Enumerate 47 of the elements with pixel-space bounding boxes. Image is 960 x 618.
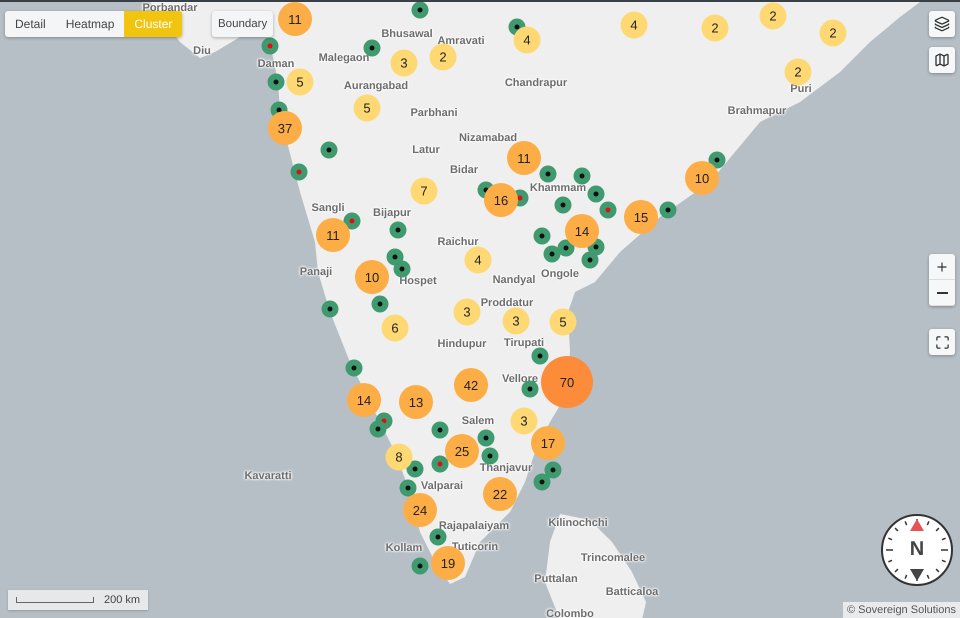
place-label: Hindupur bbox=[438, 338, 486, 350]
view-tab[interactable]: Detail bbox=[5, 11, 56, 37]
place-label: Hospet bbox=[399, 275, 437, 287]
place-label: Puttalan bbox=[534, 573, 578, 585]
place-label: Trincomalee bbox=[580, 552, 646, 564]
cluster-marker[interactable]: 17 bbox=[531, 426, 565, 460]
place-label: Thanjavur bbox=[480, 462, 532, 474]
place-label: Colombo bbox=[546, 608, 594, 618]
place-label: Bhusawal bbox=[381, 28, 433, 40]
cluster-marker[interactable]: 14 bbox=[347, 383, 381, 417]
scale-label: 200 km bbox=[104, 594, 140, 606]
place-label: Ongole bbox=[541, 268, 579, 280]
attribution-text: © Sovereign Solutions bbox=[842, 602, 960, 618]
place-label: Raichur bbox=[438, 236, 478, 248]
place-label: Batticaloa bbox=[606, 586, 658, 598]
place-label: Vellore bbox=[502, 373, 538, 385]
place-label: Daman bbox=[258, 58, 294, 70]
place-label: Aurangabad bbox=[344, 80, 408, 92]
place-label: Tirupati bbox=[504, 337, 544, 349]
place-label: Panaji bbox=[300, 266, 332, 278]
cluster-marker[interactable]: 70 bbox=[541, 356, 593, 408]
cluster-marker[interactable]: 8 bbox=[386, 444, 412, 470]
compass[interactable]: N bbox=[881, 514, 953, 586]
place-label: Brahmapur bbox=[728, 105, 786, 117]
place-label: Latur bbox=[412, 144, 440, 156]
place-label: Chandrapur bbox=[504, 77, 568, 89]
place-label: Parbhani bbox=[410, 107, 458, 119]
place-label: Salem bbox=[462, 415, 494, 427]
view-tab[interactable]: Heatmap bbox=[56, 11, 124, 37]
place-label: Sangli bbox=[312, 202, 344, 214]
place-label: Valparai bbox=[420, 480, 464, 492]
place-label: Diu bbox=[193, 45, 211, 57]
boundary-button[interactable]: Boundary bbox=[212, 11, 274, 37]
place-label: Kollam bbox=[386, 542, 422, 554]
place-label: Bidar bbox=[450, 164, 478, 176]
place-label: Nizamabad bbox=[458, 132, 518, 144]
place-label: Malegaon bbox=[318, 52, 370, 64]
place-label: Rajapalaiyam bbox=[438, 520, 510, 532]
place-label: Proddatur bbox=[480, 297, 534, 309]
place-label: Bijapur bbox=[373, 207, 411, 219]
place-label: Puri bbox=[790, 83, 812, 95]
place-label: Khammam bbox=[530, 182, 586, 194]
place-label: Nandyal bbox=[492, 274, 536, 286]
compass-north-label: N bbox=[908, 538, 926, 561]
place-label: Kilinochchi bbox=[548, 517, 608, 529]
place-label: Porbandar bbox=[142, 2, 198, 14]
place-label: Kavaratti bbox=[244, 470, 292, 482]
